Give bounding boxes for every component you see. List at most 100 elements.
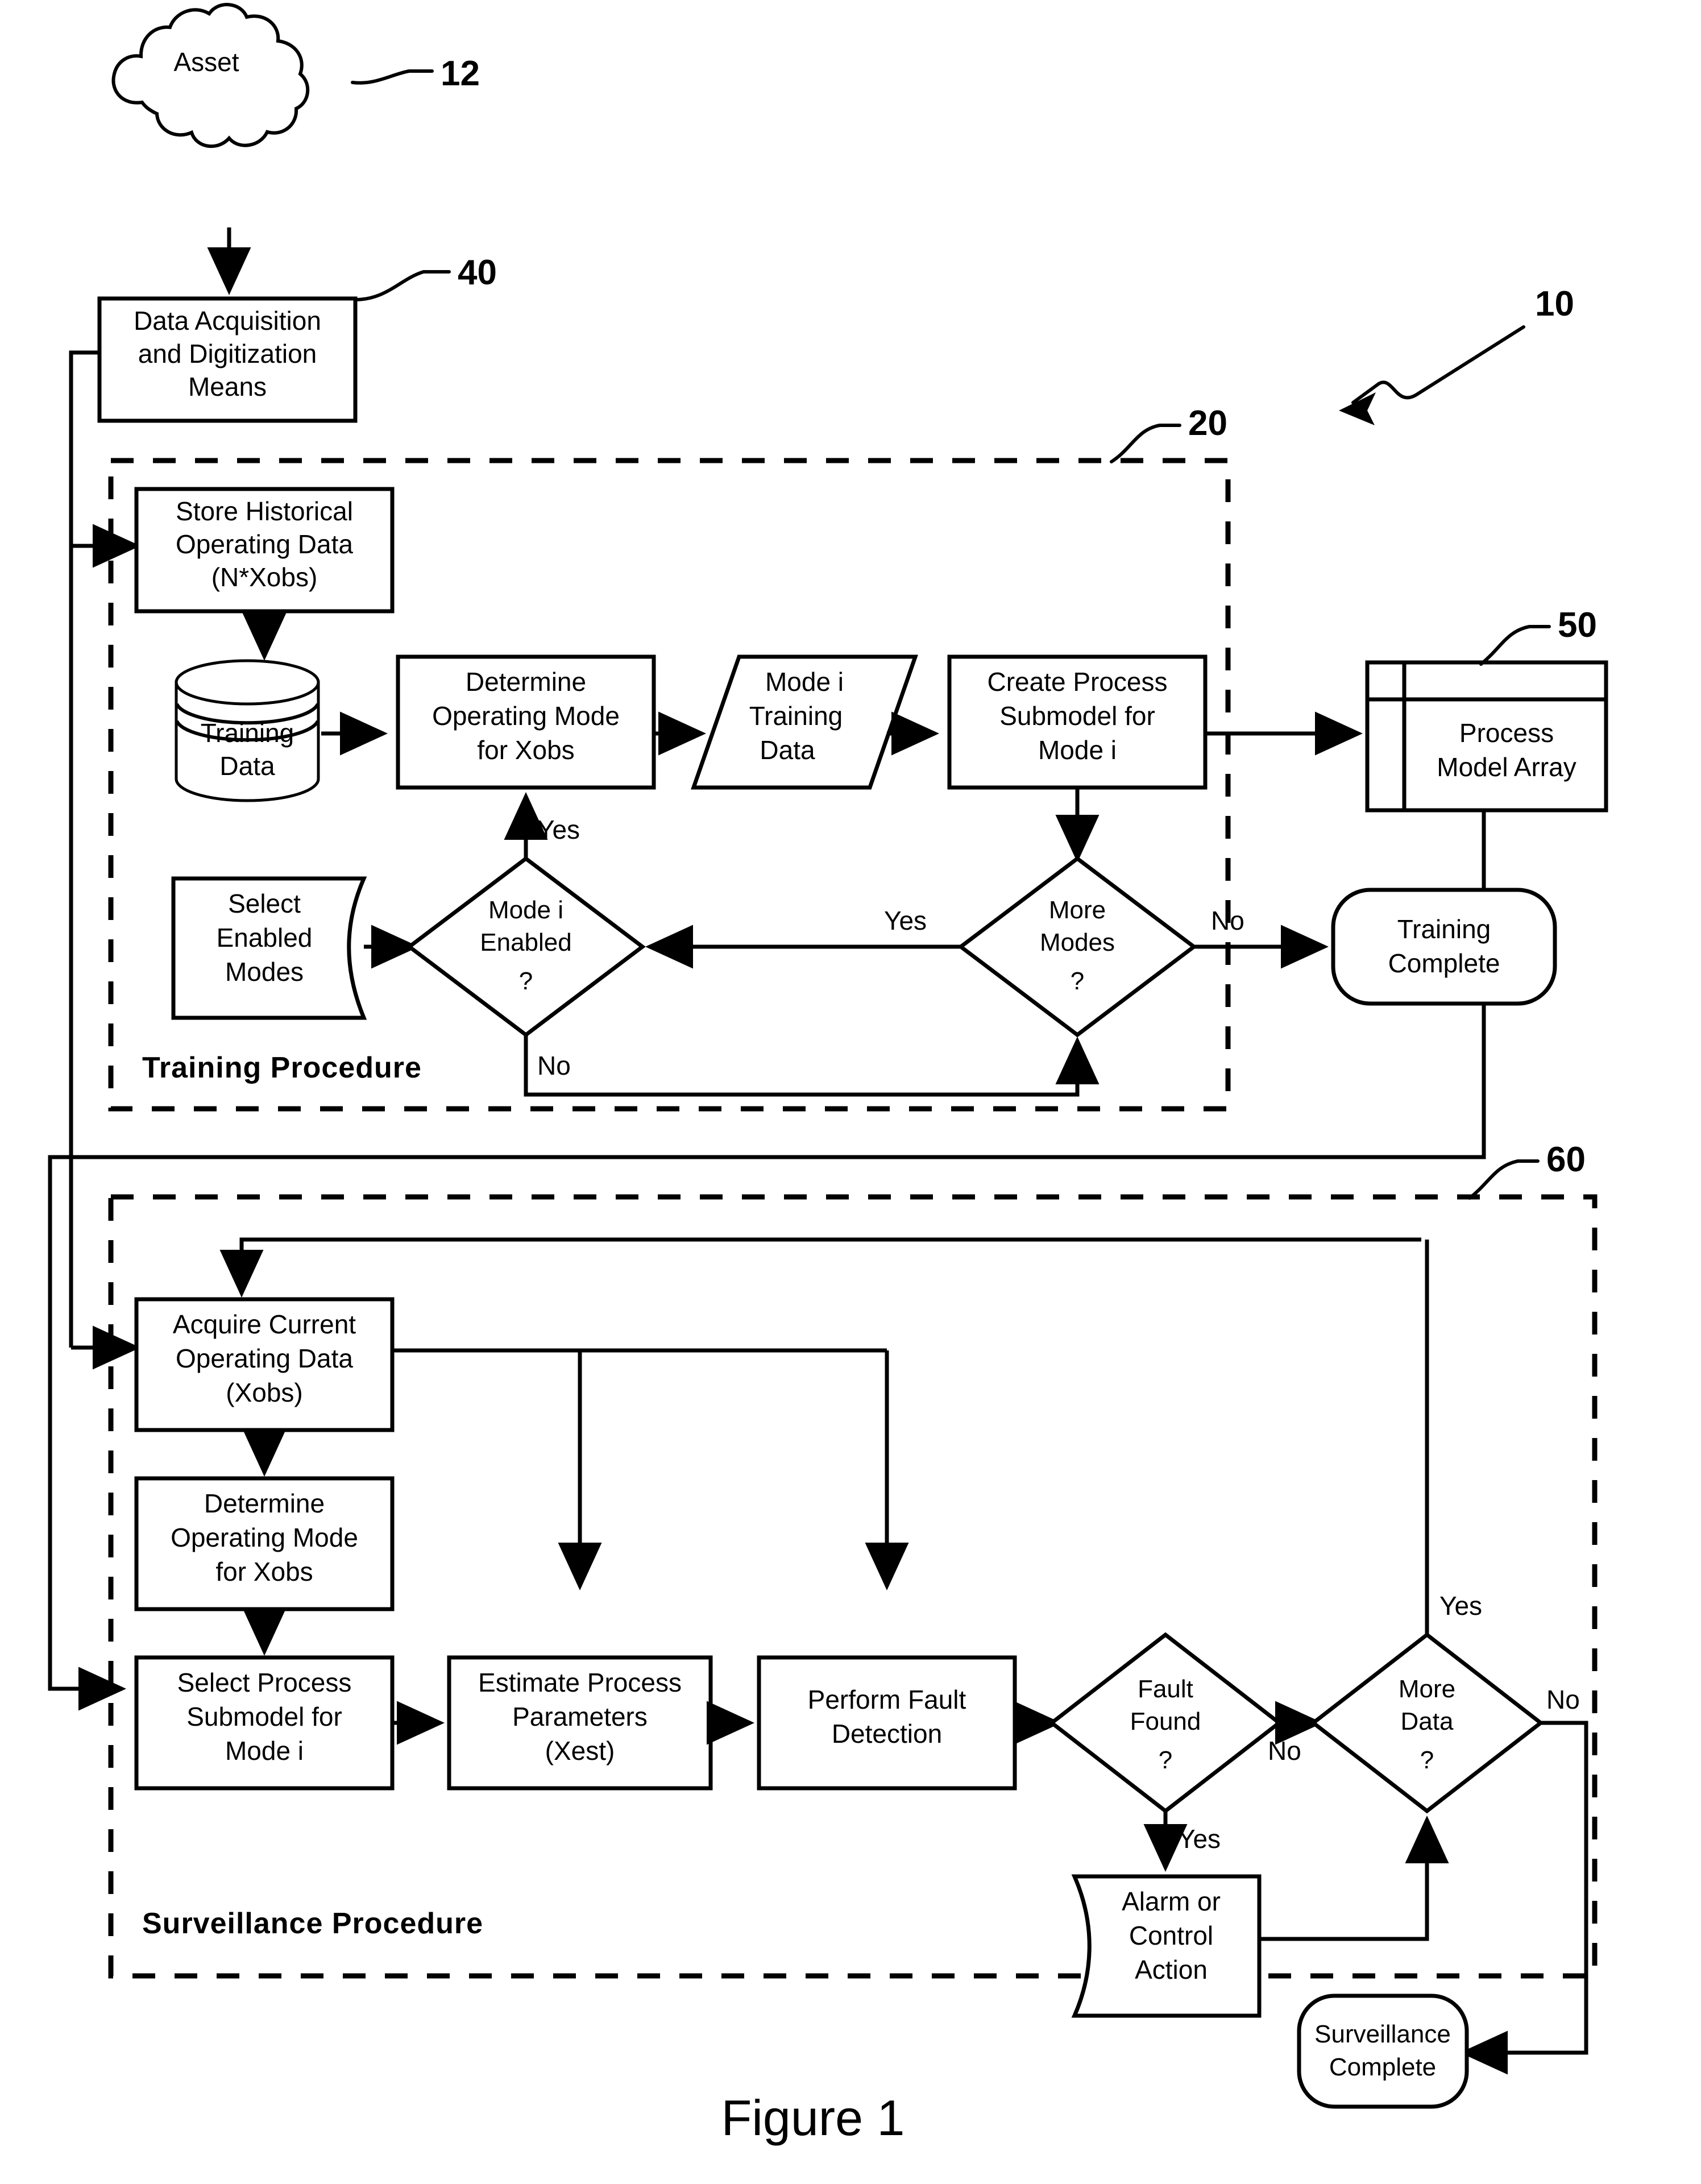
perform-fault-detection-line-1: Perform Fault	[808, 1685, 966, 1714]
asset-label: Asset	[173, 47, 239, 77]
alarm-or-control-line-2: Control	[1129, 1921, 1213, 1950]
node-training-complete: Training Complete	[1331, 888, 1557, 1006]
surveillance-complete-line-2: Complete	[1329, 2053, 1436, 2081]
store-historical-line-3: (N*Xobs)	[211, 562, 318, 592]
system-ref-leader	[1339, 325, 1525, 425]
node-select-submodel: Select Process Submodel for Mode i	[134, 1655, 395, 1791]
select-enabled-modes-line-1: Select	[228, 889, 301, 918]
label-mode-enabled-yes: Yes	[537, 815, 580, 844]
training-complete-line-2: Complete	[1388, 948, 1500, 978]
node-alarm-or-control: Alarm or Control Action	[1071, 1874, 1262, 2018]
node-perform-fault-detection: Perform Fault Detection	[757, 1655, 1017, 1791]
node-create-submodel: Create Process Submodel for Mode i	[947, 654, 1208, 790]
figure-caption: Figure 1	[721, 2090, 905, 2146]
group-training-label: Training Procedure	[142, 1051, 422, 1084]
patent-figure-root: Asset 12 Data Acquisition and Digitizati…	[0, 0, 1701, 2184]
edge-alarm-to-more-data	[1259, 1816, 1449, 1941]
ref-60: 60	[1546, 1140, 1586, 1179]
node-determine-mode-train: Determine Operating Mode for Xobs	[396, 654, 656, 790]
label-more-modes-yes: Yes	[884, 906, 927, 935]
more-data-line-3: ?	[1420, 1746, 1434, 1774]
label-more-modes-no: No	[1211, 906, 1244, 935]
fault-found-line-3: ?	[1159, 1746, 1172, 1774]
ref-20: 20	[1188, 404, 1227, 443]
node-more-data: More Data ?	[1310, 1632, 1544, 1814]
label-fault-found-no: No	[1268, 1736, 1301, 1766]
node-estimate-params: Estimate Process Parameters (Xest)	[447, 1655, 713, 1791]
group-surveillance-label: Surveillance Procedure	[142, 1907, 483, 1940]
mode-i-training-data-line-1: Mode i	[765, 667, 844, 697]
ref-40: 40	[458, 253, 497, 292]
flowchart-diagram: Asset 12 Data Acquisition and Digitizati…	[48, 3, 1608, 2146]
select-enabled-modes-line-2: Enabled	[217, 923, 313, 952]
more-modes-line-3: ?	[1071, 967, 1084, 995]
surveillance-complete-line-1: Surveillance	[1314, 2020, 1451, 2048]
alarm-or-control-line-1: Alarm or	[1122, 1887, 1221, 1916]
acquire-current-line-2: Operating Data	[176, 1344, 353, 1373]
ref-10: 10	[1535, 284, 1574, 324]
node-mode-i-training-data: Mode i Training Data	[691, 654, 918, 790]
mode-i-training-data-line-3: Data	[760, 735, 815, 765]
node-determine-mode-surv: Determine Operating Mode for Xobs	[134, 1476, 395, 1611]
create-submodel-line-3: Mode i	[1038, 735, 1117, 765]
daq-line-1: Data Acquisition	[134, 306, 321, 335]
store-historical-line-2: Operating Data	[176, 529, 353, 559]
mode-i-enabled-line-2: Enabled	[480, 929, 571, 956]
more-modes-line-2: Modes	[1040, 929, 1115, 956]
node-mode-i-enabled: Mode i Enabled ?	[406, 856, 646, 1038]
ref-12: 12	[441, 54, 480, 93]
node-asset: Asset	[111, 3, 310, 148]
training-data-line-2: Data	[219, 751, 275, 781]
node-store-historical: Store Historical Operating Data (N*Xobs)	[134, 487, 395, 614]
edge-more-data-no	[1460, 1721, 1588, 2075]
alarm-or-control-line-3: Action	[1135, 1955, 1208, 1984]
label-fault-found-yes: Yes	[1178, 1824, 1221, 1854]
node-fault-found: Fault Found ?	[1048, 1632, 1283, 1814]
select-submodel-line-1: Select Process	[177, 1668, 352, 1697]
ref-50: 50	[1558, 606, 1597, 645]
process-model-array-line-2: Model Array	[1437, 752, 1576, 782]
daq-line-2: and Digitization	[138, 339, 317, 368]
estimate-params-line-2: Parameters	[512, 1702, 648, 1731]
determine-mode-train-line-3: for Xobs	[477, 735, 574, 765]
create-submodel-line-2: Submodel for	[999, 701, 1155, 731]
fault-found-line-1: Fault	[1138, 1675, 1193, 1703]
process-model-array-line-1: Process	[1459, 718, 1554, 748]
leader-line-50	[1479, 625, 1551, 666]
more-data-line-2: Data	[1401, 1708, 1454, 1735]
node-select-enabled-modes: Select Enabled Modes	[171, 876, 367, 1020]
daq-line-3: Means	[188, 372, 267, 401]
mode-i-training-data-line-2: Training	[749, 701, 843, 731]
edge-mode-enabled-no	[524, 1035, 1100, 1097]
store-historical-line-1: Store Historical	[176, 496, 353, 526]
estimate-params-line-1: Estimate Process	[478, 1668, 682, 1697]
leader-line-40	[354, 270, 451, 301]
estimate-params-line-3: (Xest)	[545, 1736, 615, 1766]
more-modes-line-1: More	[1049, 896, 1106, 924]
determine-mode-train-line-1: Determine	[466, 667, 586, 697]
label-more-data-no: No	[1546, 1685, 1580, 1714]
acquire-current-line-3: (Xobs)	[226, 1378, 302, 1407]
fault-found-line-2: Found	[1130, 1708, 1201, 1735]
node-surveillance-complete: Surveillance Complete	[1297, 1994, 1469, 2109]
label-mode-enabled-no: No	[537, 1051, 571, 1080]
node-more-modes: More Modes ?	[957, 856, 1197, 1038]
node-process-model-array: Process Model Array	[1365, 660, 1608, 813]
training-complete-line-1: Training	[1397, 914, 1491, 944]
select-submodel-line-3: Mode i	[225, 1736, 304, 1766]
edge-daq-left-trunk	[69, 350, 99, 1348]
acquire-current-line-1: Acquire Current	[173, 1309, 356, 1339]
system-ref-arrowhead	[1339, 392, 1376, 425]
determine-mode-surv-line-2: Operating Mode	[171, 1523, 358, 1552]
determine-mode-surv-line-1: Determine	[204, 1489, 325, 1518]
determine-mode-train-line-2: Operating Mode	[432, 701, 620, 731]
more-data-line-1: More	[1399, 1675, 1455, 1703]
node-daq: Data Acquisition and Digitization Means	[97, 296, 358, 423]
leader-line-12	[351, 69, 434, 85]
node-training-data: Training Data	[175, 659, 320, 802]
label-more-data-yes: Yes	[1439, 1591, 1482, 1621]
edge-more-data-yes-loop	[219, 1237, 1421, 1298]
perform-fault-detection-line-2: Detection	[832, 1719, 942, 1748]
create-submodel-line-1: Create Process	[987, 667, 1167, 697]
select-enabled-modes-line-3: Modes	[225, 957, 304, 987]
